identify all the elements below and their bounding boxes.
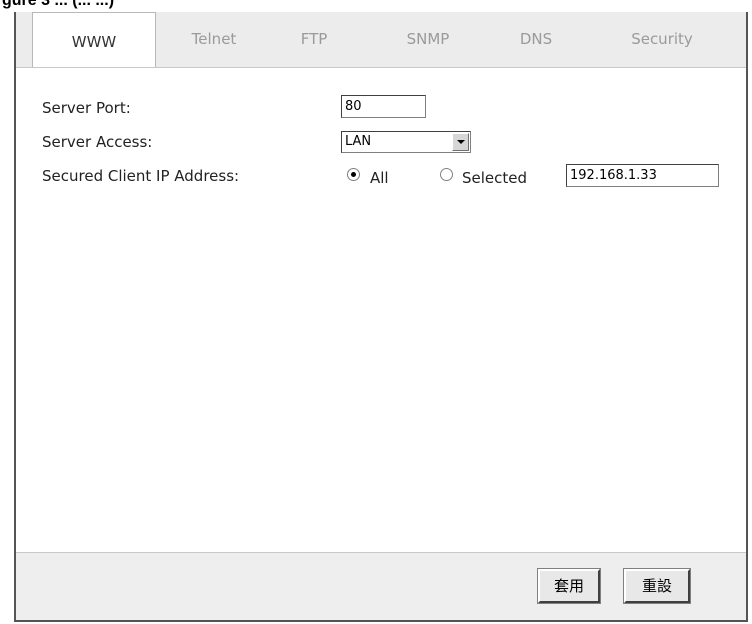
secured-client-label: Secured Client IP Address:: [42, 167, 240, 185]
server-access-value: LAN: [345, 134, 372, 149]
apply-button[interactable]: 套用: [537, 568, 601, 604]
server-port-label: Server Port:: [42, 99, 131, 117]
radio-selected[interactable]: [440, 168, 453, 181]
server-access-row: Server Access: LAN: [16, 129, 746, 155]
server-port-row: Server Port:: [16, 95, 746, 121]
secured-client-ip-input[interactable]: [566, 164, 719, 187]
tab-bar: WWW Telnet FTP SNMP DNS Security: [16, 12, 746, 68]
radio-all[interactable]: [347, 168, 360, 181]
tab-www[interactable]: WWW: [32, 12, 156, 67]
button-bar: 套用 重設: [16, 552, 746, 620]
server-access-select[interactable]: LAN: [341, 131, 471, 153]
tab-telnet[interactable]: Telnet: [159, 14, 269, 67]
radio-selected-label: Selected: [462, 169, 528, 187]
tab-ftp[interactable]: FTP: [272, 14, 356, 67]
figure-caption: gure 3 ... (... ...): [0, 0, 752, 12]
tab-snmp[interactable]: SNMP: [378, 14, 478, 67]
tab-dns[interactable]: DNS: [494, 14, 578, 67]
chevron-down-icon[interactable]: [452, 133, 469, 151]
server-port-input[interactable]: [341, 95, 426, 118]
secured-client-row: Secured Client IP Address: All Selected: [16, 163, 746, 189]
tab-security[interactable]: Security: [600, 14, 724, 67]
reset-button[interactable]: 重設: [623, 568, 691, 604]
server-access-label: Server Access:: [42, 133, 153, 151]
figure-caption-text: gure 3 ... (... ...): [2, 0, 115, 9]
remote-management-panel: WWW Telnet FTP SNMP DNS Security Server …: [14, 12, 748, 622]
radio-all-label: All: [370, 169, 389, 187]
